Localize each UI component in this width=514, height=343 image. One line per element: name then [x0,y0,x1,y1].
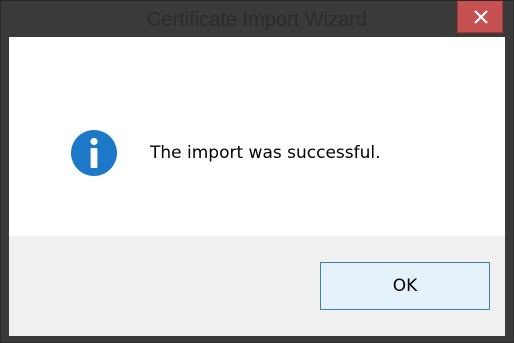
ok-button[interactable]: OK [320,262,490,310]
dialog-window: Certificate Import Wizard The import was… [0,0,514,343]
close-icon [474,10,488,24]
button-footer: OK [9,236,505,336]
message-text: The import was successful. [150,143,381,163]
message-area: The import was successful. [9,37,505,236]
dialog-content: The import was successful. OK [9,37,505,336]
window-title: Certificate Import Wizard [146,9,368,31]
title-bar[interactable]: Certificate Import Wizard [1,1,513,37]
info-icon [71,130,117,176]
close-button[interactable] [457,1,503,33]
